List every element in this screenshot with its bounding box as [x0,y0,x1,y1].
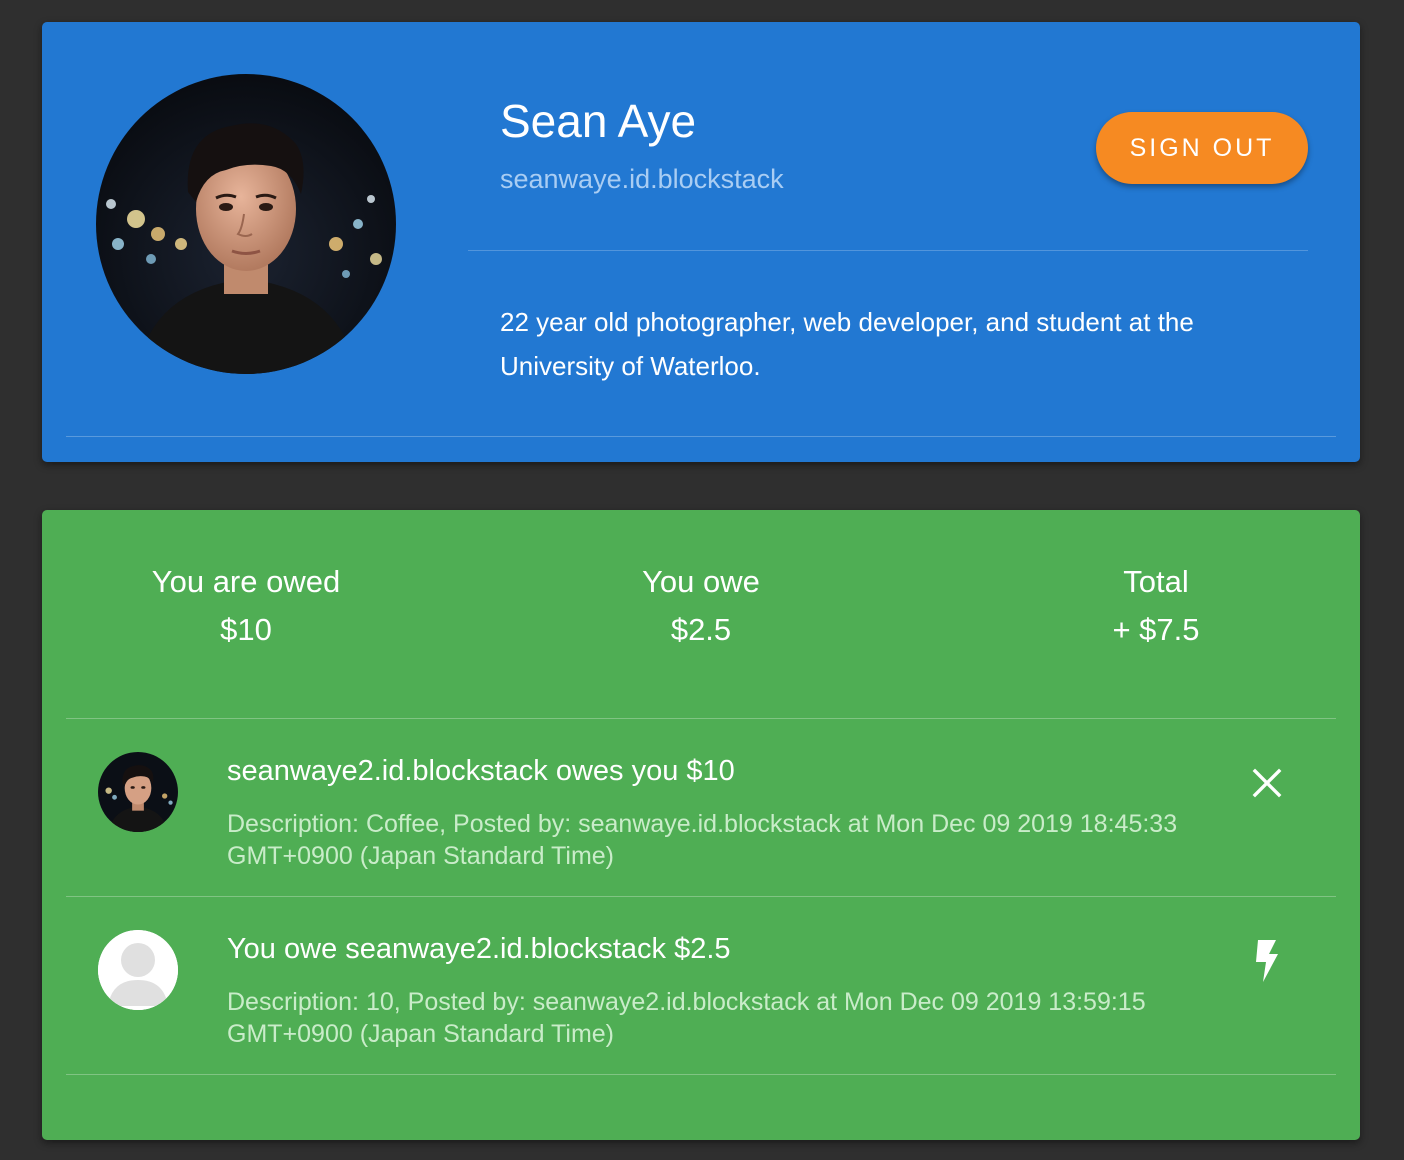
pay-transaction-button[interactable] [1240,934,1294,988]
profile-card: Sean Aye seanwaye.id.blockstack SIGN OUT… [42,22,1360,462]
avatar [98,930,178,1010]
summary-total: Total + $7.5 [1006,562,1306,650]
close-icon [1252,768,1282,798]
list-divider [66,718,1336,719]
profile-bottom-divider [66,436,1336,437]
owed-label: You are owed [151,564,341,599]
transaction-description: Description: Coffee, Posted by: seanwaye… [227,810,1178,870]
profile-username: seanwaye.id.blockstack [500,164,784,194]
profile-divider [468,250,1308,251]
total-value: + $7.5 [1112,612,1200,647]
list-divider [66,1074,1336,1075]
sign-out-button[interactable]: SIGN OUT [1096,112,1308,184]
delete-transaction-button[interactable] [1240,756,1294,810]
transaction-title: seanwaye2.id.blockstack owes you $10 [227,755,735,787]
list-item: seanwaye2.id.blockstack owes you $10 Des… [66,720,1336,896]
summary-owe: You owe $2.5 [551,562,851,650]
owe-label: You owe [642,564,760,599]
owe-value: $2.5 [670,612,732,647]
owed-value: $10 [220,612,272,647]
summary-owed: You are owed $10 [96,562,396,650]
list-divider [66,896,1336,897]
total-label: Total [1123,564,1189,599]
profile-name: Sean Aye [500,95,697,147]
transaction-title: You owe seanwaye2.id.blockstack $2.5 [227,933,731,965]
transaction-description: Description: 10, Posted by: seanwaye2.id… [227,988,1146,1048]
avatar [98,752,178,832]
lightning-bolt-icon [1256,940,1278,982]
balance-card: You are owed $10 You owe $2.5 Total + $7… [42,510,1360,1140]
list-item: You owe seanwaye2.id.blockstack $2.5 Des… [66,898,1336,1074]
profile-bio: 22 year old photographer, web developer,… [500,307,1194,381]
profile-avatar [96,74,396,374]
